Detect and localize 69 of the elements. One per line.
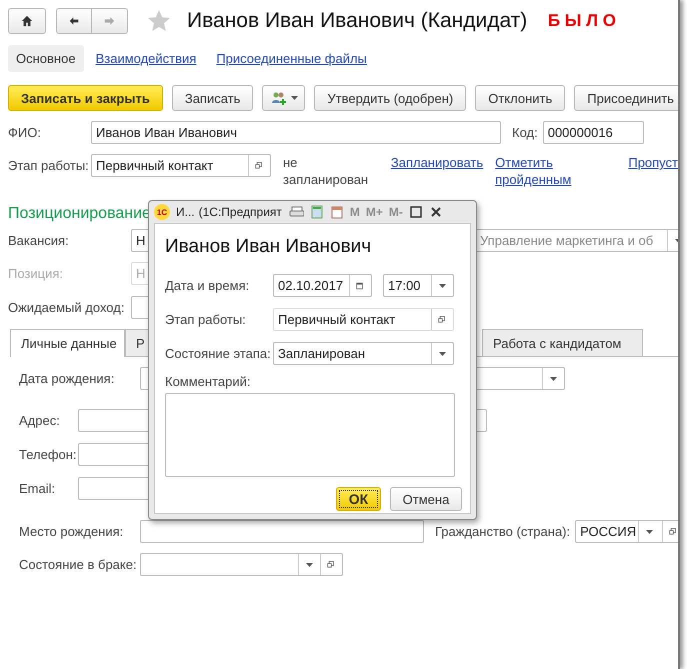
save-close-button[interactable]: Записать и закрыть <box>8 85 163 111</box>
state-field[interactable]: Запланирован <box>273 342 454 365</box>
field-label: Код: <box>512 125 538 140</box>
field-label: Email: <box>19 481 56 496</box>
dialog-app-name: (1С:Предприят <box>198 205 282 219</box>
field-label: Позиция: <box>8 266 64 281</box>
field-label: Ожидаемый доход: <box>8 300 126 315</box>
fio-field[interactable]: Иванов Иван Иванович <box>91 121 501 144</box>
section-tab[interactable]: Взаимодействия <box>88 45 204 72</box>
action-button[interactable]: Утвердить (одобрен) <box>314 85 466 111</box>
home-icon <box>21 14 33 28</box>
section-heading: Позиционирование <box>8 204 151 222</box>
people-menu-button[interactable] <box>262 85 306 111</box>
citizenship-field[interactable]: РОССИЯ <box>575 520 678 543</box>
action-link[interactable]: Отметить пройденным <box>495 154 572 188</box>
field-label: Состояние этапа: <box>165 346 272 361</box>
home-button[interactable] <box>8 8 46 34</box>
cancel-button[interactable]: Отмена <box>390 487 462 511</box>
action-button[interactable]: Отклонить <box>475 85 566 111</box>
caret-icon <box>306 562 313 566</box>
date-field[interactable]: 02.10.2017 <box>273 274 372 297</box>
page-title: Иванов Иван Иванович (Кандидат) <box>187 9 528 33</box>
code-field[interactable]: 000000016 <box>542 121 644 144</box>
marital-field[interactable] <box>140 553 343 576</box>
people-add-icon <box>269 91 288 105</box>
field-label: Гражданство (страна): <box>435 524 570 539</box>
calendar-icon[interactable] <box>330 205 344 219</box>
stage-status: не запланирован <box>283 154 370 188</box>
field-label: Комментарий: <box>165 374 250 388</box>
app-logo: 1С <box>154 204 170 220</box>
caret-icon <box>291 96 298 100</box>
birth-place-field[interactable] <box>140 520 424 543</box>
caret-icon <box>439 352 446 356</box>
field-label: ФИО: <box>8 125 42 140</box>
back-button[interactable] <box>56 8 92 34</box>
time-field[interactable]: 17:00 <box>383 274 454 297</box>
field-label: Дата рождения: <box>19 371 116 386</box>
department-field[interactable]: Управление маркетинга и об <box>475 229 678 252</box>
dialog-caption: И... <box>176 205 195 219</box>
action-link[interactable]: Пропуст <box>628 154 678 171</box>
printer-icon[interactable] <box>288 205 304 219</box>
maximize-icon[interactable] <box>408 205 423 219</box>
field-label: Вакансия: <box>8 233 70 248</box>
tab[interactable]: Работа с кандидатом <box>482 329 643 356</box>
stage-field[interactable]: Первичный контакт <box>91 154 271 177</box>
close-icon[interactable] <box>428 205 443 219</box>
field-label: Адрес: <box>19 413 61 428</box>
field-label: Состояние в браке: <box>19 557 138 572</box>
field-label: Этап работы: <box>165 312 247 327</box>
action-button[interactable]: Присоединить <box>574 85 678 111</box>
dialog-heading: Иванов Иван Иванович <box>165 236 372 259</box>
tab[interactable]: Личные данные <box>10 329 125 357</box>
ok-button[interactable]: ОК <box>336 487 381 511</box>
comment-field[interactable] <box>165 393 455 477</box>
field-label: Место рождения: <box>19 524 124 539</box>
stamp-label: Б Ы Л О <box>548 11 616 31</box>
field-label: Дата и время: <box>165 278 250 293</box>
caret-icon <box>439 284 446 288</box>
caret-icon <box>646 530 654 534</box>
section-tab[interactable]: Основное <box>8 45 84 72</box>
open-button[interactable] <box>662 521 678 542</box>
section-tab[interactable]: Присоединенные файлы <box>208 45 375 72</box>
caret-icon <box>550 376 557 380</box>
field-label: Телефон: <box>19 447 78 462</box>
star-icon[interactable] <box>147 9 171 33</box>
action-link[interactable]: Запланировать <box>390 154 484 171</box>
field-label: Этап работы: <box>8 158 90 173</box>
stage-field[interactable]: Первичный контакт <box>273 308 454 331</box>
action-button[interactable]: Записать <box>172 85 254 111</box>
